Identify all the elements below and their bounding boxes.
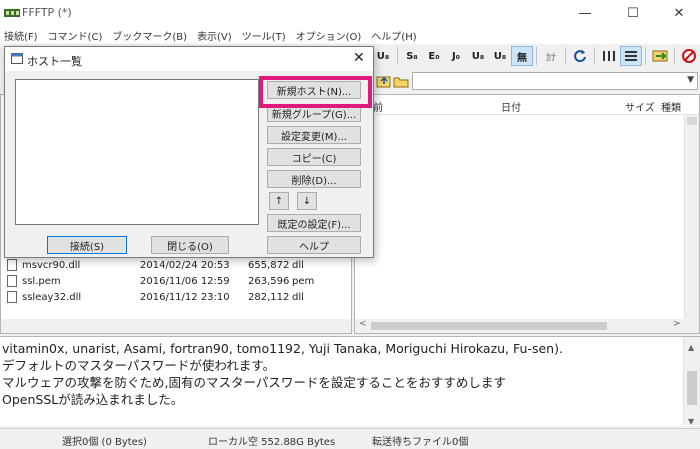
toolbar-no-convert-button[interactable]: 無 [511,46,533,66]
list-view-icon[interactable] [598,46,620,66]
toolbar-separator [674,47,675,65]
log-line: OpenSSLが読み込まれました。 [2,392,184,407]
title-bar: FFFTP (*) — ☐ ✕ [0,0,700,26]
window-title: FFFTP (*) [22,6,72,19]
toolbar: U₈ S₈ E₀ J₀ U₈ U₈ 無 ｶﾅ [372,44,700,68]
local-horizontal-scrollbar[interactable] [1,319,351,333]
close-button[interactable]: ✕ [656,0,700,26]
host-list[interactable] [15,79,259,225]
default-settings-button[interactable]: 既定の設定(F)... [267,214,361,232]
connect-button[interactable]: 接続(S) [47,236,127,254]
menu-help[interactable]: ヘルプ(H) [367,28,422,43]
status-bar: 選択0個 (0 Bytes) ローカル空 552.88G Bytes 転送待ちフ… [0,428,700,449]
file-name: ssl.pem [22,275,61,287]
new-host-highlight-frame [259,76,372,108]
file-icon [7,291,17,303]
toolbar-jis-button[interactable]: J₀ [445,46,467,66]
menu-options[interactable]: オプション(O) [292,28,368,43]
sync-folder-icon[interactable] [649,46,671,66]
remote-vertical-scrollbar[interactable] [684,115,699,319]
move-up-button[interactable]: ↑ [269,192,289,210]
scroll-up-icon[interactable]: ▲ [688,339,694,356]
remote-column-header: 前 日付 サイズ 種類 [355,95,699,115]
log-scroll-thumb[interactable] [687,371,697,405]
status-local-free: ローカル空 552.88G Bytes [208,437,336,448]
file-date: 2014/02/24 20:53 [140,259,230,271]
toolbar-separator [565,47,566,65]
file-name: ssleay32.dll [22,291,82,303]
toolbar-separator [645,47,646,65]
toolbar-sjis-button[interactable]: S₈ [401,46,423,66]
file-name: msvcr90.dll [22,259,81,271]
log-panel[interactable]: vitamin0x, unarist, Asami, fortran90, to… [0,336,700,426]
file-type: pem [292,275,315,287]
remote-open-folder-icon[interactable] [393,73,409,89]
remote-horizontal-scrollbar[interactable]: < > [355,319,699,333]
table-row[interactable]: msvcr90.dll 2014/02/24 20:53 655,872 dll [1,257,351,273]
file-size: 282,112 [248,291,290,303]
ffftp-app-icon [4,9,20,17]
move-down-button[interactable]: ↓ [297,192,317,210]
log-line: マルウェアの攻撃を防ぐため,固有のマスターパスワードを設定することをおすすめしま… [2,375,506,390]
toolbar-separator [397,47,398,65]
menu-view[interactable]: 表示(V) [193,28,238,43]
toolbar-separator [536,47,537,65]
file-icon [7,275,17,287]
log-line: vitamin0x, unarist, Asami, fortran90, to… [2,341,563,356]
local-file-rows: msvcr90.dll 2014/02/24 20:53 655,872 dll… [1,257,351,305]
menu-tools[interactable]: ツール(T) [238,28,292,43]
menu-command[interactable]: コマンド(C) [44,28,109,43]
file-size: 263,596 [248,275,290,287]
menu-bookmark[interactable]: ブックマーク(B) [108,28,193,43]
remote-path-combobox[interactable]: ▼ [412,72,698,90]
copy-button[interactable]: コピー(C) [267,148,361,166]
log-vertical-scrollbar[interactable]: ▲ ▼ [683,337,700,426]
minimize-button[interactable]: — [562,0,608,26]
delete-button[interactable]: 削除(D)... [267,170,361,188]
menu-bar: 接続(F) コマンド(C) ブックマーク(B) 表示(V) ツール(T) オプシ… [0,26,700,44]
detail-view-icon[interactable] [620,46,642,66]
scroll-left-icon[interactable]: < [359,319,367,329]
table-row[interactable]: ssl.pem 2016/11/06 12:59 263,596 pem [1,273,351,289]
help-button[interactable]: ヘルプ [267,236,361,254]
dialog-close-button[interactable]: 閉じる(O) [151,236,229,254]
status-transfer-queue: 転送待ちファイル0個 [372,437,469,448]
remote-col-name[interactable]: 前 [373,99,383,114]
stop-icon[interactable] [678,46,700,66]
maximize-button[interactable]: ☐ [610,0,656,26]
remote-col-type[interactable]: 種類 [661,99,681,114]
table-row[interactable]: ssleay32.dll 2016/11/12 23:10 282,112 dl… [1,289,351,305]
toolbar-kana-button[interactable]: ｶﾅ [540,46,562,66]
toolbar-utf8-button[interactable]: U₈ [467,46,489,66]
edit-settings-button[interactable]: 設定変更(M)... [267,126,361,144]
toolbar-euc-button[interactable]: E₀ [423,46,445,66]
remote-up-folder-icon[interactable] [376,73,392,89]
remote-col-date[interactable]: 日付 [501,99,521,114]
remote-file-list[interactable]: 前 日付 サイズ 種類 < > [354,94,700,334]
dialog-window-icon [11,53,23,64]
file-type: dll [292,259,304,271]
dialog-title-bar: ホスト一覧 ✕ [5,47,373,71]
refresh-icon[interactable] [569,46,591,66]
log-line: デフォルトのマスターパスワードが使われます。 [2,358,276,373]
dialog-close-icon[interactable]: ✕ [353,50,365,66]
dialog-title: ホスト一覧 [27,55,82,68]
toolbar-utf8-bom-button[interactable]: U₈ [489,46,511,66]
file-date: 2016/11/06 12:59 [140,275,230,287]
file-icon [7,259,17,271]
toolbar-utf8-upload-button[interactable]: U₈ [372,46,394,66]
remote-scroll-thumb[interactable] [687,117,697,125]
status-selected: 選択0個 (0 Bytes) [62,437,147,448]
menu-connect[interactable]: 接続(F) [0,28,44,43]
file-date: 2016/11/12 23:10 [140,291,230,303]
file-type: dll [292,291,304,303]
chevron-down-icon: ▼ [687,75,694,85]
remote-col-size[interactable]: サイズ [625,99,655,114]
toolbar-separator [594,47,595,65]
file-size: 655,872 [248,259,290,271]
scroll-right-icon[interactable]: > [673,319,681,329]
remote-hscroll-thumb[interactable] [371,322,607,330]
